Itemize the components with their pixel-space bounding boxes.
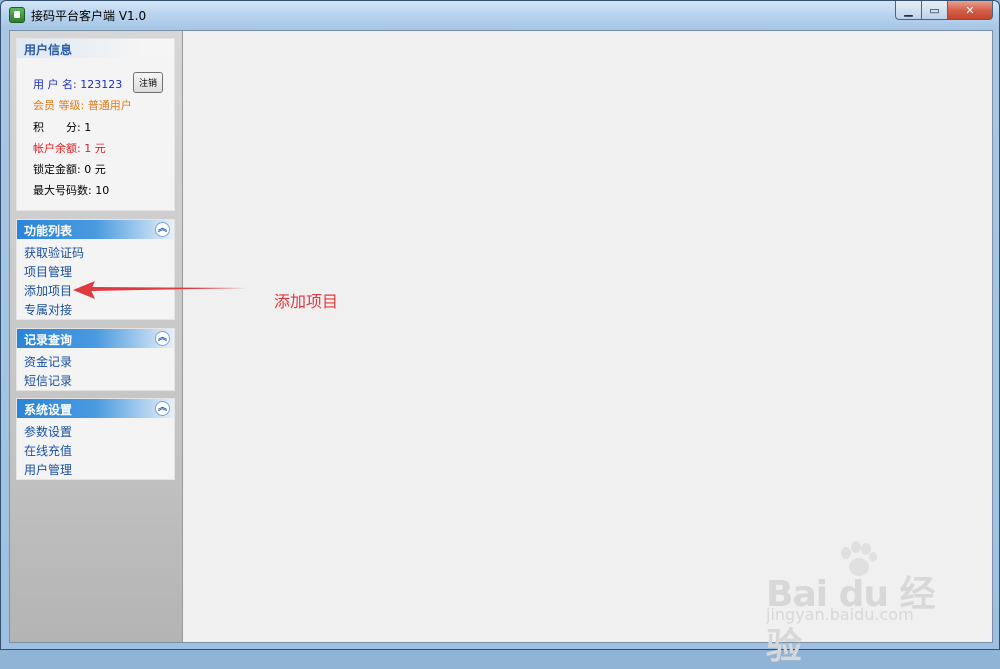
max-numbers-label: 最大号码数: [33,184,92,197]
level-row: 会员 等级: 普通用户 [33,97,132,113]
collapse-icon[interactable]: ︽ [155,331,170,346]
settings-panel: 系统设置 ︽ 参数设置 在线充值 用户管理 [16,398,175,480]
points-label: 积 分: [33,121,81,134]
sidebar: 用户信息 用 户 名: 123123 注销 会员 等级: 普通用户 积 分: 1… [10,31,183,642]
app-window: 接码平台客户端 V1.0 ▁ ▭ ✕ 用户信息 用 户 名: 123123 注销… [0,0,1000,667]
logout-button[interactable]: 注销 [133,72,163,93]
points-row: 积 分: 1 [33,119,91,135]
username-label: 用 户 名: [33,78,77,91]
menu-item-get-code[interactable]: 获取验证码 [24,244,84,261]
records-title: 记录查询 [24,333,73,347]
functions-panel: 功能列表 ︽ 获取验证码 项目管理 添加项目 专属对接 [16,219,175,320]
watermark: Bai du 经验 jingyan.baidu.com [766,541,956,667]
maximize-button[interactable]: ▭ [922,1,948,20]
window-title: 接码平台客户端 V1.0 [31,9,147,23]
window-controls: ▁ ▭ ✕ [895,1,993,20]
collapse-icon[interactable]: ︽ [155,222,170,237]
collapse-icon[interactable]: ︽ [155,401,170,416]
menu-item-parameters[interactable]: 参数设置 [24,423,72,440]
watermark-url: jingyan.baidu.com [766,605,914,624]
username-row: 用 户 名: 123123 [33,76,122,92]
menu-item-user-manage[interactable]: 用户管理 [24,461,72,478]
app-icon [9,7,25,23]
locked-label: 锁定金额: [33,163,81,176]
records-header[interactable]: 记录查询 ︽ [17,329,174,348]
functions-header[interactable]: 功能列表 ︽ [17,220,174,239]
menu-item-recharge[interactable]: 在线充值 [24,442,72,459]
level-value: 普通用户 [87,99,132,112]
settings-title: 系统设置 [24,403,73,417]
menu-item-fund-records[interactable]: 资金记录 [24,353,72,370]
max-numbers-row: 最大号码数: 10 [33,182,109,198]
user-info-title: 用户信息 [24,43,73,57]
balance-value: 1 元 [84,142,106,155]
menu-item-dedicated[interactable]: 专属对接 [24,301,72,318]
minimize-icon: ▁ [904,3,913,17]
annotation-label: 添加项目 [274,292,339,311]
user-info-panel: 用户信息 用 户 名: 123123 注销 会员 等级: 普通用户 积 分: 1… [16,38,175,211]
title-bar[interactable]: 接码平台客户端 V1.0 ▁ ▭ ✕ [1,1,999,29]
functions-title: 功能列表 [24,224,73,238]
max-numbers-value: 10 [95,184,110,197]
balance-row: 帐户余额: 1 元 [33,140,106,156]
settings-header[interactable]: 系统设置 ︽ [17,399,174,418]
records-panel: 记录查询 ︽ 资金记录 短信记录 [16,328,175,391]
points-value: 1 [84,121,92,134]
annotation-arrow [73,281,247,299]
level-label: 会员 等级: [33,99,85,112]
locked-value: 0 元 [84,163,106,176]
menu-item-sms-records[interactable]: 短信记录 [24,372,72,389]
minimize-button[interactable]: ▁ [895,1,922,20]
close-icon: ✕ [965,3,975,17]
balance-label: 帐户余额: [33,142,81,155]
menu-item-project-manage[interactable]: 项目管理 [24,263,72,280]
close-button[interactable]: ✕ [948,1,993,20]
user-info-header: 用户信息 [17,39,174,58]
locked-row: 锁定金额: 0 元 [33,161,106,177]
maximize-icon: ▭ [929,3,940,17]
username-value: 123123 [80,78,123,91]
